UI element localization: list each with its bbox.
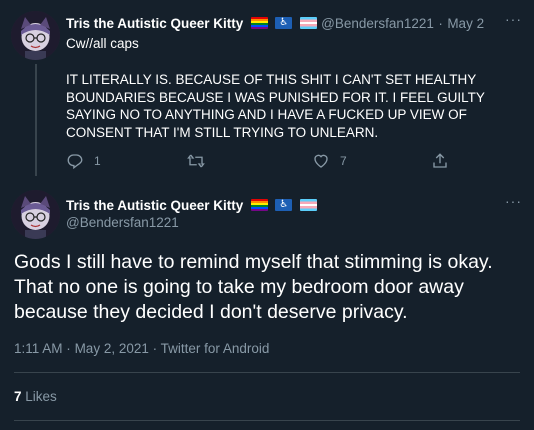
author-name[interactable]: Tris the Autistic Queer Kitty [66,16,243,31]
likes-count: 7 [14,389,22,404]
tweet-date[interactable]: May 2, 2021 [75,341,149,356]
author-handle[interactable]: @Bendersfan1221 [321,16,434,31]
wheelchair-icon: ♿ [275,17,293,29]
reply-icon [67,154,83,170]
content-warning: Cw//all caps [66,36,139,51]
tweet1-header: Tris the Autistic Queer Kitty ♿ @Benders… [66,15,484,33]
thread-line [35,64,37,176]
meta-separator: · [152,341,158,356]
avatar[interactable] [11,190,60,239]
separator: · [438,16,443,31]
meta-separator: · [66,341,71,356]
like-count: 7 [340,154,347,168]
tweet-source[interactable]: Twitter for Android [161,341,270,356]
rainbow-flag-icon [250,199,268,211]
divider [14,372,520,373]
tweet-text: Gods I still have to remind myself that … [14,251,493,323]
reply-count: 1 [94,154,101,168]
retweet-button[interactable] [187,152,205,170]
tweet-text: IT LITERALLY IS. BECAUSE OF THIS SHIT I … [66,72,485,140]
likes-link[interactable]: 7 Likes [14,389,57,404]
divider [14,420,520,421]
share-icon [433,153,447,168]
wheelchair-icon: ♿ [275,199,293,211]
like-icon [314,154,328,168]
more-icon[interactable]: ··· [505,11,522,27]
more-icon[interactable]: ··· [505,193,522,209]
tweet2-header: Tris the Autistic Queer Kitty ♿ [66,197,317,215]
trans-flag-icon [299,199,317,211]
avatar[interactable] [11,11,60,60]
share-button[interactable] [431,152,449,170]
author-handle[interactable]: @Bendersfan1221 [66,215,179,230]
likes-label: Likes [25,389,57,404]
like-button[interactable]: 7 [312,152,347,170]
tweet-time[interactable]: 1:11 AM [14,341,63,356]
author-name[interactable]: Tris the Autistic Queer Kitty [66,198,243,213]
trans-flag-icon [299,17,317,29]
reply-button[interactable]: 1 [66,152,101,170]
rainbow-flag-icon [250,17,268,29]
retweet-icon [187,154,205,168]
tweet-date[interactable]: May 2 [447,16,484,31]
tweet-meta: 1:11 AM · May 2, 2021 · Twitter for Andr… [14,341,269,356]
